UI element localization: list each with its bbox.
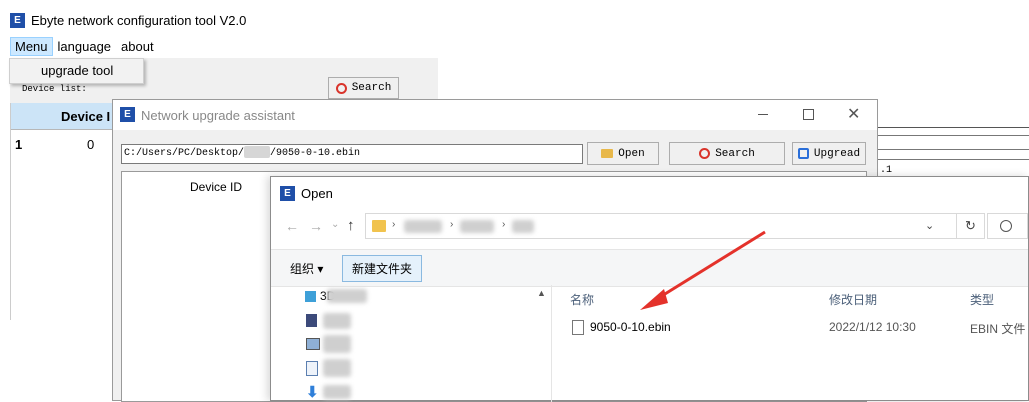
arrow-head — [640, 289, 668, 310]
annotation-arrow — [640, 230, 766, 310]
arrow-shaft — [651, 230, 766, 304]
